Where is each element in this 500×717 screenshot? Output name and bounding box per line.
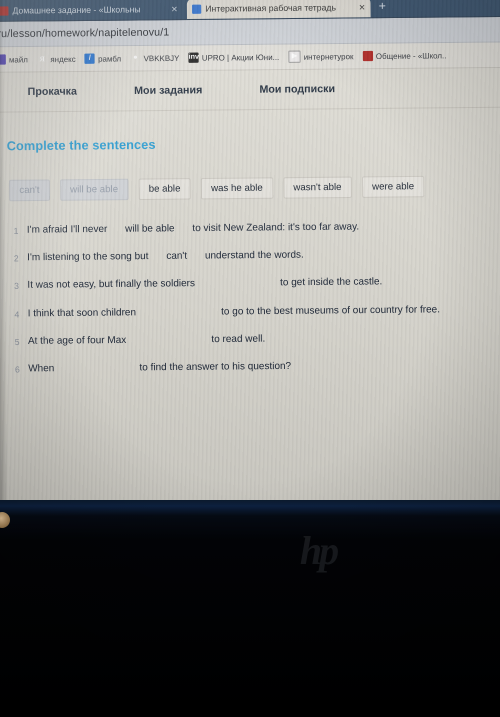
bookmark-label: майл: [8, 54, 28, 65]
sentence-after: to get inside the castle.: [280, 276, 383, 289]
sentence-answer[interactable]: will be able: [125, 223, 175, 235]
sentence-after: to find the answer to his question?: [139, 360, 292, 374]
page-content: Прокачка Мои задания Мои подписки Comple…: [0, 67, 500, 515]
site-nav: Прокачка Мои задания Мои подписки: [0, 67, 500, 113]
photo-of-laptop-screen: ✕ Домашнее задание - «Школьны ✕ Интеракт…: [0, 0, 500, 717]
sentence-row: 3 It was not easy, but finally the soldi…: [14, 275, 496, 294]
laptop-bezel: [0, 500, 500, 717]
sentence-number: 5: [14, 336, 20, 347]
bookmark-label: Общение - «Школ..: [375, 50, 447, 61]
yandex-icon: Я: [39, 55, 45, 64]
sentence-before: When: [28, 363, 55, 375]
sentence-before: At the age of four Max: [27, 334, 127, 347]
bookmark-internerurok[interactable]: ▶ интернетурок: [288, 50, 353, 63]
sentence-text: I think that soon children to go to the …: [28, 302, 496, 321]
sentence-before: I'm afraid I'll never: [26, 223, 108, 236]
sentence-text: I'm listening to the song but can't unde…: [27, 247, 495, 266]
sentence-number: 1: [13, 225, 19, 236]
sentence-before: I think that soon children: [27, 306, 137, 319]
new-tab-button[interactable]: +: [379, 0, 386, 13]
sentence-after: to read well.: [211, 333, 266, 345]
word-chip-be-able[interactable]: be able: [138, 178, 191, 201]
sentence-number: 4: [14, 308, 20, 320]
sentence-row: 4 I think that soon children to go to th…: [14, 302, 496, 321]
sentence-answer[interactable]: can't: [166, 251, 187, 262]
word-chip-cant[interactable]: can't: [9, 179, 50, 202]
sentence-before: I'm listening to the song but: [27, 251, 149, 264]
bookmark-label: рамбл: [98, 53, 122, 64]
exercise-title: Complete the sentences: [6, 137, 156, 154]
sentence-row: 5 At the age of four Max to read well.: [15, 330, 497, 349]
sentence-after: to visit New Zealand: it's too far away.: [192, 221, 360, 235]
browser-tab-homework[interactable]: Домашнее задание - «Школьны ✕: [0, 0, 178, 21]
nav-item-my-subscriptions[interactable]: Мои подписки: [259, 83, 335, 96]
sentence-row: 2 I'm listening to the song but can't un…: [14, 247, 496, 266]
sentence-number: 3: [14, 281, 20, 292]
word-chip-were-able[interactable]: were able: [361, 175, 425, 198]
tab-title: Интерактивная рабочая тетрадь: [205, 2, 337, 14]
bookmark-label: VBKKBJY: [143, 53, 180, 63]
word-bank: can't will be able be able was he able w…: [9, 175, 500, 202]
browser-tab-workbook[interactable]: Интерактивная рабочая тетрадь ✕: [186, 0, 371, 19]
sentence-row: 1 I'm afraid I'll never will be able to …: [14, 219, 496, 238]
word-chip-will-be-able[interactable]: will be able: [59, 178, 129, 201]
bookmark-yandex[interactable]: Я яндекс: [37, 54, 76, 65]
mail-icon: [0, 54, 6, 65]
sentence-number: 6: [14, 364, 20, 375]
sentence-blank[interactable]: [129, 342, 209, 343]
bookmark-rambler[interactable]: / рамбл: [84, 53, 122, 64]
video-icon: ▶: [288, 50, 301, 63]
tab-close-icon[interactable]: ✕: [171, 4, 178, 13]
nav-item-my-tasks[interactable]: Мои задания: [134, 84, 202, 97]
bomb-icon: ●: [133, 54, 138, 62]
bookmark-label: UPRO | Акции Юни...: [201, 52, 280, 63]
sentence-after: understand the words.: [204, 249, 304, 262]
sentence-after: to go to the best museums of our country…: [221, 303, 441, 318]
sentence-text: It was not easy, but finally the soldier…: [27, 275, 495, 294]
bookmark-obshenie[interactable]: Общение - «Школ..: [362, 50, 447, 62]
bookmark-mail[interactable]: майл: [0, 54, 28, 65]
bookmark-label: интернетурок: [303, 51, 354, 62]
tab-favicon-icon: [191, 4, 202, 14]
browser-window: ✕ Домашнее задание - «Школьны ✕ Интеракт…: [0, 0, 500, 515]
sentence-text: I'm afraid I'll never will be able to vi…: [27, 219, 495, 238]
tab-title: Домашнее задание - «Школьны: [12, 4, 141, 16]
sentence-blank[interactable]: [57, 370, 137, 371]
sentence-text: At the age of four Max to read well.: [28, 330, 496, 349]
bookmark-label: яндекс: [50, 54, 76, 64]
sentence-list: 1 I'm afraid I'll never will be able to …: [0, 219, 500, 377]
sentence-number: 2: [13, 253, 19, 264]
word-chip-was-he-able[interactable]: was he able: [200, 177, 274, 200]
hp-logo: hp: [299, 528, 339, 573]
sentence-text: When to find the answer to his question?: [28, 358, 496, 377]
bookmark-vbkkbjy[interactable]: ● VBKKBJY: [130, 53, 179, 64]
tab-favicon-icon: [0, 5, 9, 16]
word-chip-wasnt-able[interactable]: wasn't able: [283, 176, 352, 199]
sentence-before: It was not easy, but finally the soldier…: [27, 278, 196, 292]
bookmark-upro[interactable]: inv UPRO | Акции Юни...: [188, 52, 280, 63]
sentence-row: 6 When to find the answer to his questio…: [15, 358, 497, 377]
sentence-blank[interactable]: [139, 314, 219, 315]
upro-icon: inv: [188, 52, 199, 63]
rambler-icon: /: [84, 53, 96, 64]
nav-item-prokachka[interactable]: Прокачка: [28, 85, 77, 98]
sentence-blank[interactable]: [198, 286, 278, 287]
tab-close-icon[interactable]: ✕: [359, 2, 366, 11]
red-book-icon: [362, 50, 373, 62]
url-text: t.ru/lesson/homework/napitelenovu/1: [0, 26, 170, 41]
